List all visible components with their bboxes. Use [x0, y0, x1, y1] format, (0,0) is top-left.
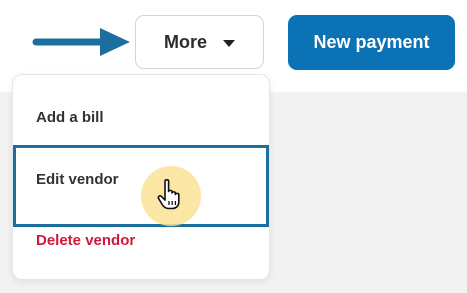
menu-item-add-bill[interactable]: Add a bill: [36, 109, 104, 126]
more-button[interactable]: More: [135, 15, 264, 69]
more-dropdown-menu: Add a bill Edit vendor Delete vendor: [12, 74, 270, 280]
new-payment-button[interactable]: New payment: [288, 15, 455, 70]
new-payment-button-label: New payment: [313, 32, 430, 52]
caret-down-icon: [223, 39, 235, 47]
menu-item-edit-vendor[interactable]: Edit vendor: [36, 171, 119, 188]
right-arrow-icon: [32, 28, 130, 56]
menu-item-delete-vendor[interactable]: Delete vendor: [36, 232, 135, 249]
hand-pointer-icon: [157, 179, 180, 210]
more-button-label: More: [163, 31, 207, 52]
